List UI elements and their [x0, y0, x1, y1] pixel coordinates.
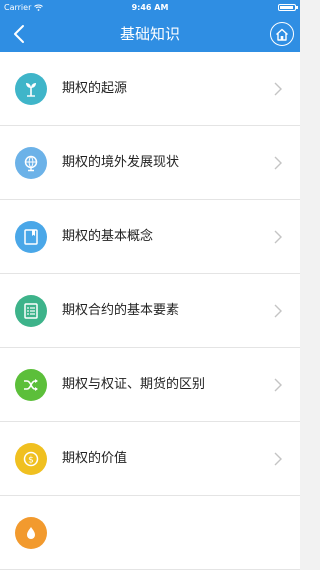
battery-icon [278, 4, 298, 11]
list-item-label: 期权与权证、期货的区别 [62, 377, 206, 392]
nav-bar: 基础知识 [0, 16, 300, 52]
list-item-label: 期权合约的基本要素 [62, 303, 180, 318]
chevron-right-icon [274, 156, 282, 170]
list-item-label: 期权的起源 [62, 81, 128, 96]
list-icon [15, 295, 47, 327]
list-item-differences[interactable]: 期权与权证、期货的区别 [0, 348, 300, 422]
list-item-label: 期权的基本概念 [62, 229, 154, 244]
home-icon [276, 28, 288, 41]
topic-list: 期权的起源 期权的境外发展现状 期权的基本概念 期权合约的基本要素 期权与权证、… [0, 52, 300, 570]
status-bar: Carrier 9:46 AM [0, 0, 300, 16]
chevron-right-icon [274, 304, 282, 318]
list-item-label: 期权的境外发展现状 [62, 155, 180, 170]
home-button[interactable] [270, 22, 294, 46]
book-icon [15, 221, 47, 253]
list-item-contract-elements[interactable]: 期权合约的基本要素 [0, 274, 300, 348]
chevron-right-icon [274, 452, 282, 466]
svg-text:$: $ [28, 456, 34, 466]
list-item-overseas-status[interactable]: 期权的境外发展现状 [0, 126, 300, 200]
shuffle-icon [15, 369, 47, 401]
list-item-partial[interactable] [0, 496, 300, 570]
globe-icon [15, 147, 47, 179]
list-item-label: 期权的价值 [62, 451, 128, 466]
chevron-right-icon [274, 82, 282, 96]
flame-icon [15, 517, 47, 549]
list-item-origin[interactable]: 期权的起源 [0, 52, 300, 126]
chevron-right-icon [274, 230, 282, 244]
page-title: 基础知识 [119, 25, 180, 43]
dollar-icon: $ [15, 443, 47, 475]
list-item-value[interactable]: $ 期权的价值 [0, 422, 300, 496]
chevron-right-icon [274, 378, 282, 392]
sprout-icon [15, 73, 47, 105]
list-item-basic-concepts[interactable]: 期权的基本概念 [0, 200, 300, 274]
status-time: 9:46 AM [131, 3, 169, 12]
